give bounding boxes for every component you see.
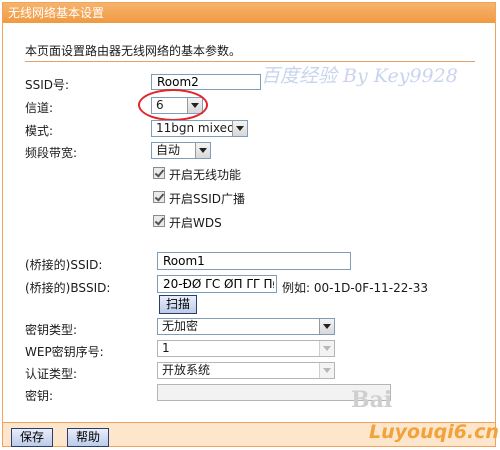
ssid-label: SSID号: [25, 78, 70, 92]
chevron-down-icon [319, 341, 334, 356]
wep-index-select[interactable]: 1 [157, 340, 335, 357]
key-type-select[interactable]: 无加密 [157, 318, 335, 335]
scan-button[interactable]: 扫描 [159, 295, 197, 314]
intro-text: 本页面设置路由器无线网络的基本参数。 [25, 44, 242, 58]
settings-panel: 无线网络基本设置 本页面设置路由器无线网络的基本参数。 百度经验 By Key9… [2, 2, 499, 447]
bandwidth-value: 自动 [156, 143, 181, 157]
bandwidth-select[interactable]: 自动 [151, 142, 211, 159]
enable-wds-label: 开启WDS [169, 216, 222, 230]
key-label: 密钥: [25, 389, 54, 403]
bandwidth-label: 频段带宽: [25, 146, 78, 160]
mode-value: 11bgn mixed [156, 121, 235, 135]
bridge-ssid-input[interactable] [157, 252, 351, 270]
channel-label: 信道: [25, 101, 54, 115]
enable-wds-checkbox[interactable] [153, 215, 165, 227]
watermark-bottom-right: Luyouqi6.cn [369, 421, 499, 443]
wep-index-label: WEP密钥序号: [25, 345, 104, 359]
highlight-circle [138, 89, 208, 121]
mode-label: 模式: [25, 124, 54, 138]
window-title: 无线网络基本设置 [3, 3, 495, 23]
auth-type-value: 开放系统 [162, 363, 211, 377]
key-type-label: 密钥类型: [25, 323, 78, 337]
chevron-down-icon [319, 363, 334, 378]
watermark-top: 百度经验 By Key9928 [261, 65, 458, 87]
ssid-input[interactable] [151, 74, 261, 90]
save-button[interactable]: 保存 [11, 428, 53, 447]
wep-index-value: 1 [162, 341, 170, 355]
chevron-down-icon[interactable] [232, 121, 247, 136]
chevron-down-icon[interactable] [195, 143, 210, 158]
enable-wireless-label: 开启无线功能 [169, 168, 242, 182]
watermark-bottom-left: Bai [351, 387, 393, 413]
auth-type-select[interactable]: 开放系统 [157, 362, 335, 379]
bridge-bssid-label: (桥接的)BSSID: [25, 281, 111, 295]
key-type-value: 无加密 [162, 319, 199, 333]
chevron-down-icon[interactable] [319, 319, 334, 334]
enable-ssid-broadcast-checkbox[interactable] [153, 191, 165, 203]
enable-ssid-broadcast-label: 开启SSID广播 [169, 192, 246, 206]
bridge-bssid-input[interactable] [157, 275, 277, 293]
bridge-ssid-label: (桥接的)SSID: [25, 258, 103, 272]
mode-select[interactable]: 11bgn mixed [151, 120, 248, 137]
auth-type-label: 认证类型: [25, 367, 78, 381]
enable-wireless-checkbox[interactable] [153, 167, 165, 179]
bssid-example: 例如: 00-1D-0F-11-22-33 [282, 281, 428, 295]
help-button[interactable]: 帮助 [67, 428, 109, 447]
